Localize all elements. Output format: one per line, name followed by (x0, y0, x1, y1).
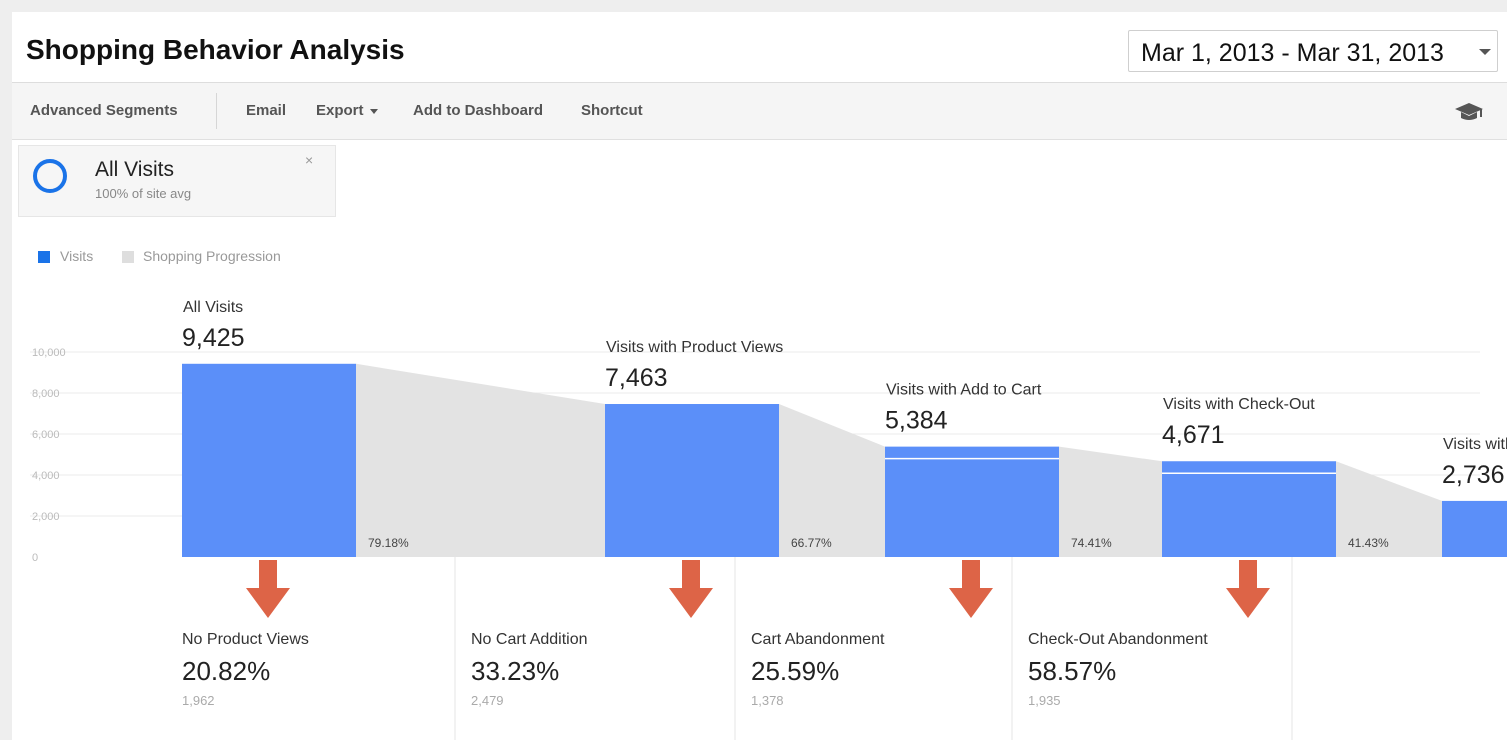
drop-off-percent: 25.59% (751, 656, 839, 686)
stage-value: 4,671 (1162, 421, 1225, 449)
y-tick-label: 4,000 (32, 470, 60, 482)
stage-bar[interactable] (1162, 461, 1336, 557)
drop-off-count: 1,962 (182, 693, 215, 708)
stage-bar[interactable] (182, 363, 356, 557)
drop-off-percent: 58.57% (1028, 656, 1116, 686)
drop-off-arrow-icon (1226, 560, 1270, 618)
stage-label: Visits with Transactions (1443, 436, 1507, 453)
conversion-rate: 66.77% (791, 536, 832, 550)
drop-off-percent: 20.82% (182, 656, 270, 686)
stage-value: 7,463 (605, 364, 668, 392)
conversion-rate: 79.18% (368, 536, 409, 550)
y-tick-label: 6,000 (32, 429, 60, 441)
stage-bar[interactable] (885, 446, 1059, 557)
funnel-chart: 0 2,000 4,000 6,000 8,000 10,000 All Visits 9,4… (30, 299, 1507, 740)
shopping-progression-area (779, 404, 885, 557)
drop-off-count: 1,935 (1028, 693, 1061, 708)
drop-off-arrow-icon (949, 560, 993, 618)
y-tick-label: 8,000 (32, 388, 60, 400)
stage-label: Visits with Add to Cart (886, 382, 1042, 399)
drop-off-arrow-icon (669, 560, 713, 618)
drop-off-label: Check-Out Abandonment (1028, 631, 1208, 648)
drop-off-label: No Cart Addition (471, 631, 588, 648)
stage-bar[interactable] (1442, 500, 1507, 557)
drop-off-count: 1,378 (751, 693, 784, 708)
drop-off-arrow-icon (246, 560, 290, 618)
stage-bar[interactable] (605, 404, 779, 557)
drop-off-percent: 33.23% (471, 656, 559, 686)
y-tick-label: 10,000 (32, 347, 66, 359)
stage-value: 9,425 (182, 324, 245, 352)
y-tick-label: 0 (32, 552, 38, 564)
stage-value: 2,736 (1442, 461, 1505, 489)
conversion-rate: 74.41% (1071, 536, 1112, 550)
stage-value: 5,384 (885, 407, 948, 435)
drop-off-label: No Product Views (182, 631, 309, 648)
y-tick-label: 2,000 (32, 511, 60, 523)
stage-label: All Visits (183, 299, 243, 316)
drop-off-label: Cart Abandonment (751, 631, 885, 648)
stage-label: Visits with Check-Out (1163, 396, 1315, 413)
conversion-rate: 41.43% (1348, 536, 1389, 550)
drop-off-count: 2,479 (471, 693, 504, 708)
stage-label: Visits with Product Views (606, 339, 783, 356)
